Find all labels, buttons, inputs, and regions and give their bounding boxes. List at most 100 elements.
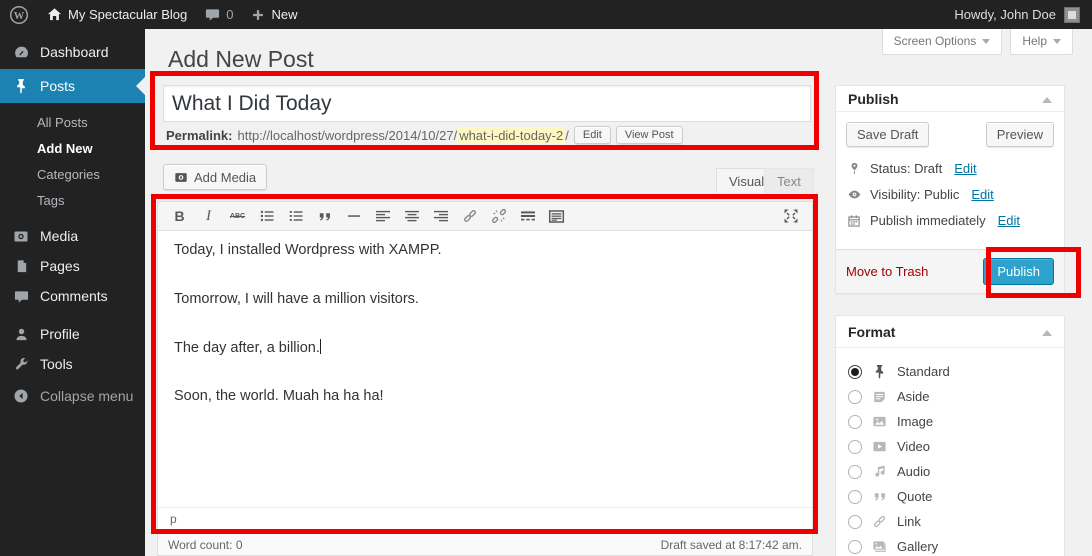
help-button[interactable]: Help [1010,29,1073,55]
radio-unchecked[interactable] [848,515,862,529]
word-count: Word count: 0 [168,538,243,552]
move-to-trash-link[interactable]: Move to Trash [846,264,928,279]
publish-button[interactable]: Publish [983,258,1054,285]
screen-meta-links: Screen Options Help [882,29,1073,55]
sidebar-item-profile[interactable]: Profile [0,319,145,349]
image-icon [871,414,888,429]
editor-paragraph: Tomorrow, I will have a million visitors… [174,289,796,311]
aside-icon [871,389,888,404]
format-option-audio[interactable]: Audio [848,459,1052,484]
radio-checked[interactable] [848,365,862,379]
site-name-link[interactable]: My Spectacular Blog [38,0,196,29]
radio-unchecked[interactable] [848,490,862,504]
add-media-icon [174,170,188,184]
sidebar-item-tags[interactable]: Tags [0,187,145,213]
align-left-button[interactable] [369,204,396,228]
publish-box-header[interactable]: Publish [836,86,1064,112]
collapse-icon [12,388,30,404]
bold-button[interactable]: B [166,204,193,228]
edit-permalink-button[interactable]: Edit [574,126,611,144]
admin-bar-new[interactable]: New [242,0,306,29]
sidebar-item-posts[interactable]: Posts [0,69,145,103]
more-tag-button[interactable] [514,204,541,228]
sidebar-item-comments[interactable]: Comments [0,281,145,311]
current-menu-arrow [127,77,145,95]
avatar [1064,7,1080,23]
wrench-icon [12,357,30,372]
align-right-button[interactable] [427,204,454,228]
permalink-row: Permalink: http://localhost/wordpress/20… [166,123,683,147]
remove-link-button[interactable] [485,204,512,228]
pages-icon [12,259,30,274]
wordpress-logo-icon[interactable]: W [0,0,38,29]
add-media-button[interactable]: Add Media [163,164,267,190]
post-title-input[interactable] [163,85,811,122]
edit-status-link[interactable]: Edit [954,161,976,176]
status-pin-icon [846,162,862,175]
pushpin-icon [871,364,888,379]
radio-unchecked[interactable] [848,465,862,479]
page-title: Add New Post [168,46,314,73]
format-box-header[interactable]: Format [836,316,1064,348]
sidebar-item-label: Tools [40,356,73,372]
radio-unchecked[interactable] [848,540,862,554]
format-option-link[interactable]: Link [848,509,1052,534]
insert-link-button[interactable] [456,204,483,228]
italic-button[interactable]: I [195,204,222,228]
path-element: p [170,512,177,526]
radio-unchecked[interactable] [848,390,862,404]
editor-paragraph: The day after, a billion. [174,338,796,360]
format-option-aside[interactable]: Aside [848,384,1052,409]
sidebar-item-tools[interactable]: Tools [0,349,145,379]
save-draft-button[interactable]: Save Draft [846,122,929,147]
dashboard-icon [12,44,30,61]
numbered-list-button[interactable] [282,204,309,228]
blockquote-button[interactable] [311,204,338,228]
view-post-button[interactable]: View Post [616,126,683,144]
radio-unchecked[interactable] [848,415,862,429]
post-status-row: Status: Draft Edit [846,161,1054,176]
post-visibility-row: Visibility: Public Edit [846,187,1054,202]
sidebar-item-all-posts[interactable]: All Posts [0,109,145,135]
collapse-toggle-icon[interactable] [1042,92,1052,103]
sidebar-item-label: Collapse menu [40,388,133,404]
format-option-standard[interactable]: Standard [848,359,1052,384]
admin-bar-comments[interactable]: 0 [196,0,242,29]
wordpress-admin-page: W My Spectacular Blog 0 New Howdy, John … [0,0,1092,556]
svg-text:W: W [14,11,25,22]
screen-options-button[interactable]: Screen Options [882,29,1003,55]
sidebar-item-label: Comments [40,288,108,304]
sidebar-item-pages[interactable]: Pages [0,251,145,281]
sidebar-item-media[interactable]: Media [0,221,145,251]
editor-content-area[interactable]: Today, I installed Wordpress with XAMPP.… [158,231,812,507]
toolbar-toggle-button[interactable] [543,204,570,228]
horizontal-rule-button[interactable] [340,204,367,228]
admin-bar-account[interactable]: Howdy, John Doe [954,7,1092,23]
format-option-video[interactable]: Video [848,434,1052,459]
format-option-gallery[interactable]: Gallery [848,534,1052,556]
sidebar-item-add-new[interactable]: Add New [0,135,145,161]
bulleted-list-button[interactable] [253,204,280,228]
edit-visibility-link[interactable]: Edit [971,187,993,202]
preview-button[interactable]: Preview [986,122,1054,147]
sidebar-item-collapse-menu[interactable]: Collapse menu [0,381,145,411]
format-option-image[interactable]: Image [848,409,1052,434]
autosave-status: Draft saved at 8:17:42 am. [661,538,802,552]
publish-box: Publish Save Draft Preview Status: Draft… [835,85,1065,294]
sidebar-item-label: Media [40,228,78,244]
align-center-button[interactable] [398,204,425,228]
tab-text[interactable]: Text [764,168,814,193]
new-label: New [271,7,297,22]
format-option-quote[interactable]: Quote [848,484,1052,509]
sidebar-item-dashboard[interactable]: Dashboard [0,35,145,69]
edit-schedule-link[interactable]: Edit [998,213,1020,228]
major-publishing-actions: Move to Trash Publish [836,249,1064,293]
sidebar-item-categories[interactable]: Categories [0,161,145,187]
publish-box-body: Save Draft Preview Status: Draft Edit Vi… [836,112,1064,249]
distraction-free-icon[interactable] [777,204,804,228]
pushpin-icon [12,78,30,94]
radio-unchecked[interactable] [848,440,862,454]
collapse-toggle-icon[interactable] [1042,325,1052,336]
strikethrough-button[interactable]: ABC [224,204,251,228]
permalink-slug[interactable]: what-i-did-today-2 [457,127,565,144]
